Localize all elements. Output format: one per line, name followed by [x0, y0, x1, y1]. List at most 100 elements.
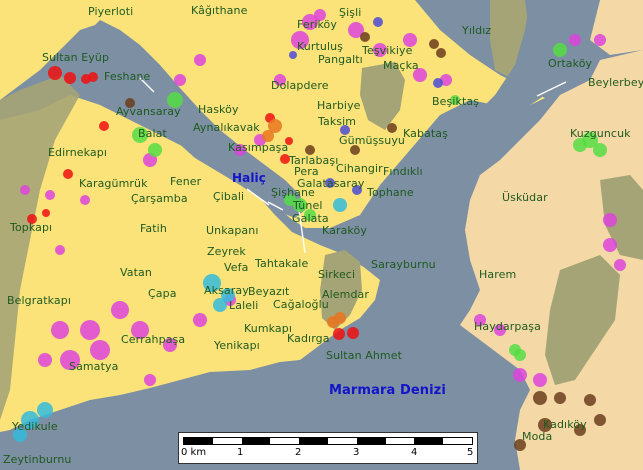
- place-label-vatan: Vatan: [120, 266, 152, 279]
- place-label-zeyrek: Zeyrek: [207, 245, 246, 258]
- density-dot: [174, 74, 186, 86]
- place-label-topkapi: Topkapı: [10, 221, 53, 234]
- density-dot: [334, 312, 346, 324]
- place-label-fener: Fener: [170, 175, 202, 188]
- scale-bar: 0 km 1 2 3 4 5: [178, 432, 478, 464]
- scale-tick-1: 1: [237, 447, 244, 458]
- density-dot: [37, 402, 53, 418]
- place-label-laleli: Laleli: [229, 299, 259, 312]
- place-label-gumussuyu: Gümüşsuyu: [339, 134, 405, 147]
- place-label-balat: Balat: [138, 127, 167, 140]
- density-dot: [594, 34, 606, 46]
- density-dot: [38, 353, 52, 367]
- density-dot: [90, 340, 110, 360]
- water-label-marmara: Marmara Denizi: [329, 383, 446, 398]
- place-label-cerrahpasa: Cerrahpaşa: [121, 333, 186, 346]
- place-label-ayvansaray: Ayvansaray: [116, 105, 181, 118]
- place-label-karakoy: Karaköy: [322, 224, 367, 237]
- density-dot: [55, 245, 65, 255]
- place-label-unkapani: Unkapanı: [206, 224, 259, 237]
- place-label-pangalti: Pangaltı: [318, 53, 363, 66]
- density-dot: [436, 48, 446, 58]
- density-dot: [80, 320, 100, 340]
- density-dot: [594, 414, 606, 426]
- scale-tick-0: 0 km: [181, 447, 207, 458]
- place-label-aynalikavak: Aynalıkavak: [193, 121, 260, 134]
- place-label-sultaneyup: Sultan Eyüp: [42, 51, 110, 64]
- place-label-sisli: Şişli: [339, 6, 362, 19]
- scale-tick-5: 5: [467, 447, 474, 458]
- place-label-beyazit: Beyazıt: [248, 285, 290, 298]
- place-label-sarayburnu: Sarayburnu: [371, 258, 436, 271]
- density-dot: [514, 349, 526, 361]
- scale-tick-3: 3: [353, 447, 360, 458]
- place-label-haydarpasa: Haydarpaşa: [474, 320, 541, 333]
- place-label-ferikoy: Feriköy: [297, 18, 337, 31]
- density-dot: [584, 394, 596, 406]
- density-dot: [433, 78, 443, 88]
- place-label-capa: Çapa: [148, 287, 177, 300]
- place-label-piyerloti: Piyerloti: [88, 5, 134, 18]
- place-label-sirkeci: Sirkeci: [318, 268, 356, 281]
- place-label-haskoy: Hasköy: [198, 103, 239, 116]
- density-dot: [533, 373, 547, 387]
- place-label-uskudar: Üsküdar: [502, 191, 548, 204]
- place-label-beylerbey: Beylerbey: [588, 76, 643, 89]
- place-label-besiktas: Beşiktaş: [432, 95, 480, 108]
- place-label-cibali: Çibali: [213, 190, 245, 203]
- place-label-dolapdere: Dolapdere: [271, 79, 329, 92]
- density-dot: [80, 195, 90, 205]
- density-dot: [193, 313, 207, 327]
- place-label-feshane: Feshane: [104, 70, 151, 83]
- place-label-yedikule: Yedikule: [12, 420, 58, 433]
- place-label-tesvikiye: Teşvikiye: [362, 44, 413, 57]
- density-dot: [148, 143, 162, 157]
- density-dot: [603, 213, 617, 227]
- density-dot: [603, 238, 617, 252]
- density-dot: [213, 298, 227, 312]
- density-dot: [48, 66, 62, 80]
- density-dot: [51, 321, 69, 339]
- place-label-kuzguncuk: Kuzguncuk: [570, 127, 631, 140]
- scale-bar-track: [183, 437, 473, 445]
- place-label-kumkapi: Kumkapı: [244, 322, 293, 335]
- density-dot: [63, 169, 73, 179]
- density-dot: [289, 51, 297, 59]
- place-label-kasimpasa: Kasımpaşa: [228, 141, 289, 154]
- place-label-sishane: Şişhane: [271, 186, 315, 199]
- density-dot: [42, 209, 50, 217]
- place-label-tahtakale: Tahtakale: [255, 257, 309, 270]
- place-label-cihangir: Cihangir: [336, 162, 383, 175]
- place-label-macka: Maçka: [383, 59, 419, 72]
- place-label-vefa: Vefa: [224, 261, 249, 274]
- place-label-kagithane: Kâğıthane: [191, 4, 248, 17]
- density-dot: [513, 368, 527, 382]
- place-label-aksaray: Aksaray: [204, 284, 249, 297]
- density-dot: [333, 328, 345, 340]
- place-label-sultanahmet: Sultan Ahmet: [326, 349, 403, 362]
- density-dot: [194, 54, 206, 66]
- density-dot: [99, 121, 109, 131]
- density-dot: [347, 327, 359, 339]
- place-label-findikli: Fındıklı: [383, 165, 423, 178]
- place-label-zeytinburnu: Zeytinburnu: [3, 453, 72, 466]
- scale-tick-2: 2: [295, 447, 302, 458]
- place-label-harbiye: Harbiye: [317, 99, 361, 112]
- density-dot: [64, 72, 76, 84]
- place-label-alemdar: Alemdar: [322, 288, 370, 301]
- place-label-fatih: Fatih: [140, 222, 167, 235]
- scale-tick-4: 4: [411, 447, 418, 458]
- density-dot: [111, 301, 129, 319]
- place-label-kadirga: Kadırga: [287, 332, 330, 345]
- density-dot: [45, 190, 55, 200]
- place-label-ortakoy: Ortaköy: [548, 57, 593, 70]
- place-label-moda: Moda: [522, 430, 553, 443]
- density-dot: [553, 43, 567, 57]
- place-label-yenikapi: Yenikapı: [214, 339, 260, 352]
- istanbul-map[interactable]: Piyerloti Kâğıthane Şişli Feriköy Kurtuluş Te…: [0, 0, 643, 470]
- place-label-kabatas: Kabataş: [403, 127, 448, 140]
- place-label-carsamba: Çarşamba: [131, 192, 188, 205]
- place-label-samatya: Samatya: [69, 360, 119, 373]
- place-label-karagumruk: Karagümrük: [79, 177, 148, 190]
- place-label-harem: Harem: [479, 268, 517, 281]
